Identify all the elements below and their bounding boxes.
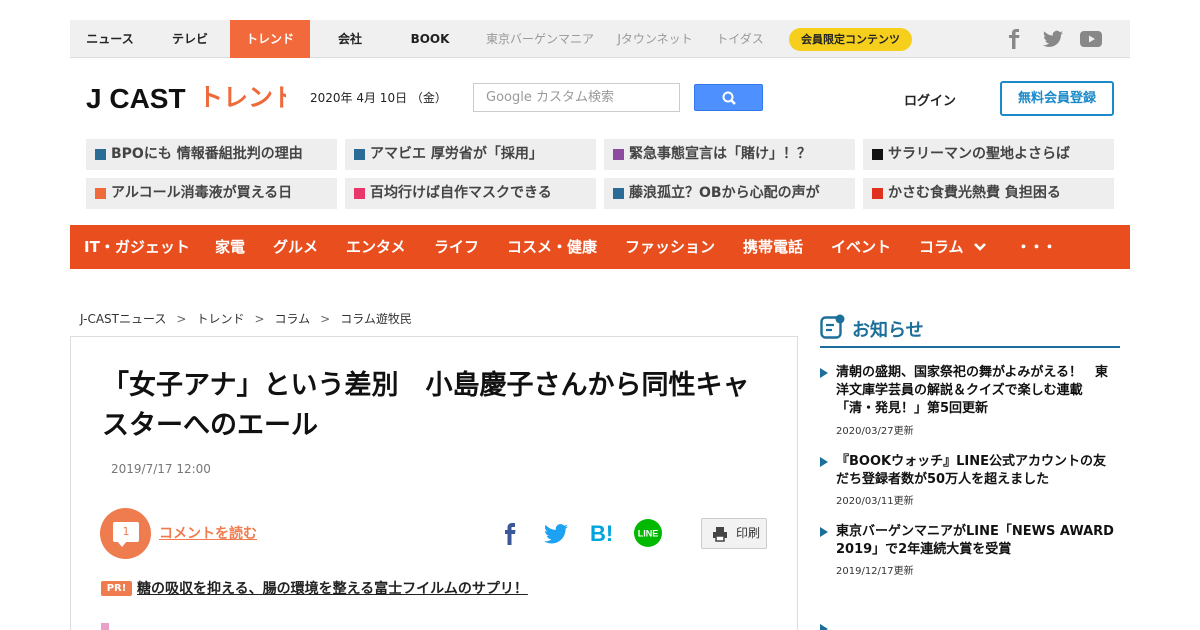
topic-item[interactable]: BPOにも 情報番組批判の理由	[86, 139, 337, 170]
topic-label: かさむ食費光熱費 負担困る	[888, 185, 1061, 201]
nav-trend[interactable]: トレンド	[230, 20, 310, 58]
facebook-icon[interactable]	[1007, 29, 1021, 49]
notice-icon	[820, 314, 845, 339]
topic-marker	[95, 149, 106, 160]
nav-news[interactable]: ニュース	[70, 20, 150, 58]
line-share-icon[interactable]: LINE	[633, 518, 663, 548]
print-button[interactable]: 印刷	[701, 518, 767, 549]
nav-toidasu[interactable]: トイダス	[705, 20, 775, 58]
list-arrow-icon	[820, 527, 828, 537]
register-button[interactable]: 無料会員登録	[1000, 81, 1114, 116]
youtube-icon[interactable]	[1080, 29, 1102, 49]
topic-item[interactable]: サラリーマンの聖地よさらば	[863, 139, 1114, 170]
breadcrumb-separator: >	[320, 312, 331, 326]
topic-item[interactable]: 緊急事態宣言は「賭け」！？	[604, 139, 855, 170]
topic-label: サラリーマンの聖地よさらば	[888, 146, 1070, 162]
notice-date: 2019/12/17更新	[836, 566, 914, 577]
topic-marker	[613, 149, 624, 160]
category-column[interactable]: コラム	[919, 225, 987, 269]
breadcrumb-item: コラム遊牧民	[340, 312, 412, 326]
nav-book[interactable]: BOOK	[390, 20, 470, 58]
topic-marker	[354, 188, 365, 199]
notice-item[interactable]: 『BOOKウォッチ』LINE公式アカウントの友だち登録者数が50万人を超えました	[836, 453, 1118, 489]
category-entertainment[interactable]: エンタメ	[346, 225, 406, 269]
topic-marker	[872, 188, 883, 199]
facebook-share-icon[interactable]	[503, 518, 517, 548]
list-arrow-icon	[820, 368, 828, 378]
breadcrumb-item[interactable]: コラム	[275, 312, 311, 326]
topic-marker	[95, 188, 106, 199]
topic-marker	[613, 188, 624, 199]
comment-count-badge[interactable]: 1	[100, 508, 151, 559]
topic-item[interactable]: アルコール消毒液が買える日	[86, 178, 337, 209]
breadcrumb: J-CASTニュース > トレンド > コラム > コラム遊牧民	[80, 310, 420, 327]
breadcrumb-separator: >	[254, 312, 265, 326]
read-comments-link[interactable]: コメントを読む	[159, 523, 257, 543]
nav-bargain-mania[interactable]: 東京バーゲンマニア	[475, 20, 605, 58]
member-content-button[interactable]: 会員限定コンテンツ	[789, 28, 912, 51]
svg-text:LINE: LINE	[638, 529, 659, 539]
login-link[interactable]: ログイン	[904, 90, 956, 109]
list-arrow-icon	[820, 457, 828, 467]
category-cosme-health[interactable]: コスメ・健康	[507, 225, 597, 269]
breadcrumb-item[interactable]: J-CASTニュース	[80, 312, 166, 326]
breadcrumb-separator: >	[176, 312, 187, 326]
category-fashion[interactable]: ファッション	[625, 225, 715, 269]
svg-text:B!: B!	[590, 521, 613, 546]
page: ニュース テレビ トレンド 会社 BOOK 東京バーゲンマニア Jタウンネット …	[0, 0, 1200, 630]
logo-trend-text: トレンド	[198, 83, 286, 112]
topic-label: 百均行けば自作マスクできる	[370, 185, 552, 201]
print-label: 印刷	[736, 526, 761, 540]
topic-item[interactable]: 藤浪孤立？OBから心配の声が	[604, 178, 855, 209]
topic-marker	[354, 149, 365, 160]
current-date: 2020年 4月 10日 （金）	[310, 91, 447, 105]
article-date: 2019/7/17 12:00	[111, 462, 211, 476]
category-gourmet[interactable]: グルメ	[273, 225, 318, 269]
topic-item[interactable]: 百均行けば自作マスクできる	[345, 178, 596, 209]
nav-company[interactable]: 会社	[310, 20, 390, 58]
more-menu-button[interactable]: ・・・	[1016, 225, 1057, 269]
comment-count: 1	[113, 522, 139, 542]
notice-date: 2020/03/11更新	[836, 496, 914, 507]
nav-j-townnet[interactable]: Jタウンネット	[605, 20, 705, 58]
pr-link[interactable]: 糖の吸収を抑える、腸の環境を整える富士フイルムのサプリ！	[137, 578, 528, 598]
topic-label: 藤浪孤立？OBから心配の声が	[629, 185, 820, 201]
topic-label: アマビエ 厚労省が「採用」	[370, 146, 543, 162]
hatena-bookmark-icon[interactable]: B!	[590, 518, 614, 548]
search-input[interactable]: Google カスタム検索	[473, 83, 680, 112]
twitter-share-icon[interactable]	[544, 518, 568, 548]
topic-label: 緊急事態宣言は「賭け」！？	[629, 146, 811, 162]
topic-marker	[872, 149, 883, 160]
search-icon	[722, 91, 736, 105]
category-appliances[interactable]: 家電	[215, 225, 245, 269]
section-marker	[101, 623, 109, 630]
logo-jcast-text: J CAST	[86, 83, 186, 114]
topic-item[interactable]: アマビエ 厚労省が「採用」	[345, 139, 596, 170]
breadcrumb-item[interactable]: トレンド	[196, 312, 244, 326]
category-bar: IT・ガジェット 家電 グルメ エンタメ ライフ コスメ・健康 ファッション 携…	[70, 225, 1130, 269]
site-logo[interactable]: J CAST トレンド	[86, 78, 286, 120]
category-event[interactable]: イベント	[831, 225, 891, 269]
twitter-icon[interactable]	[1043, 29, 1063, 49]
search-button[interactable]	[694, 84, 763, 111]
category-mobile[interactable]: 携帯電話	[743, 225, 803, 269]
category-it-gadget[interactable]: IT・ガジェット	[84, 225, 190, 269]
notice-title: お知らせ	[852, 320, 924, 341]
topic-label: BPOにも 情報番組批判の理由	[111, 146, 303, 162]
category-life[interactable]: ライフ	[434, 225, 479, 269]
topic-item[interactable]: かさむ食費光熱費 負担困る	[863, 178, 1114, 209]
top-nav: ニュース テレビ トレンド 会社 BOOK 東京バーゲンマニア Jタウンネット …	[70, 20, 1130, 58]
notice-item[interactable]: 清朝の盛期、国家祭祀の舞がよみがえる！ 東洋文庫学芸員の解説＆クイズで楽しむ連載…	[836, 364, 1118, 418]
pr-badge: PR!	[101, 581, 132, 596]
topic-label: アルコール消毒液が買える日	[111, 185, 293, 201]
list-arrow-icon	[820, 624, 828, 630]
category-column-label: コラム	[919, 238, 964, 256]
notice-item[interactable]: 東京バーゲンマニアがLINE「NEWS AWARD 2019」で2年連続大賞を受…	[836, 523, 1118, 559]
nav-tv[interactable]: テレビ	[150, 20, 230, 58]
printer-icon	[713, 527, 727, 542]
comment-bubble-tail	[117, 541, 127, 547]
chevron-down-icon	[973, 243, 986, 251]
notice-date: 2020/03/27更新	[836, 426, 914, 437]
article-title: 「女子アナ」という差別 小島慶子さんから同性キャスターへのエール	[102, 370, 750, 441]
